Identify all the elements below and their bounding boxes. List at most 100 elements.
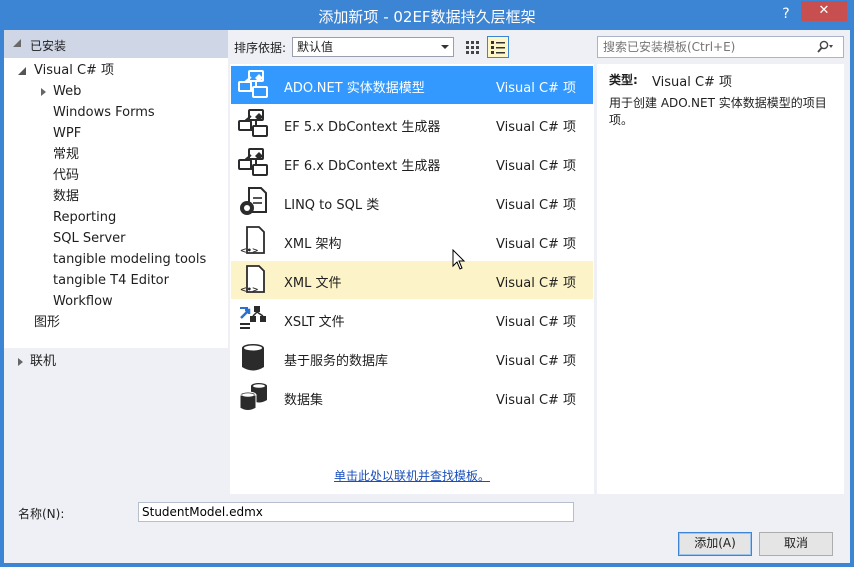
tree-item-label: Reporting xyxy=(53,210,117,225)
template-row[interactable]: EF 6.x DbContext 生成器 Visual C# 项 xyxy=(231,144,593,182)
template-type: Visual C# 项 xyxy=(496,81,577,96)
template-type: Visual C# 项 xyxy=(496,159,577,174)
template-name: LINQ to SQL 类 xyxy=(284,198,380,213)
sort-label: 排序依据: xyxy=(234,41,287,55)
chevron-down-icon xyxy=(441,45,449,49)
template-row[interactable]: EF 5.x DbContext 生成器 Visual C# 项 xyxy=(231,105,593,143)
dbcontext-generator-icon xyxy=(237,148,271,178)
template-type: Visual C# 项 xyxy=(496,237,577,252)
template-type: Visual C# 项 xyxy=(496,315,577,330)
add-button[interactable]: 添加(A) xyxy=(678,532,752,556)
template-type: Visual C# 项 xyxy=(496,354,577,369)
tree-item[interactable]: 常规 xyxy=(4,145,228,165)
tree-item-label: Visual C# 项 xyxy=(34,63,115,78)
tree-item[interactable]: SQL Server xyxy=(4,229,228,249)
type-label: 类型: xyxy=(609,73,638,87)
xml-schema-icon: <•> xyxy=(237,226,271,256)
tree-item[interactable]: Visual C# 项 xyxy=(4,61,228,81)
tree-item[interactable]: tangible modeling tools xyxy=(4,250,228,270)
search-icon[interactable] xyxy=(816,40,833,54)
window-title: 添加新项 - 02EF数据持久层框架 xyxy=(318,8,536,26)
mouse-cursor-icon xyxy=(452,248,466,271)
template-name: XML 架构 xyxy=(284,237,342,252)
template-type: Visual C# 项 xyxy=(496,120,577,135)
installed-label: 已安装 xyxy=(30,39,67,53)
tree-item[interactable]: Workflow xyxy=(4,292,228,312)
grid-view-icon[interactable] xyxy=(463,38,481,56)
svg-text:<•>: <•> xyxy=(240,246,259,255)
name-input[interactable] xyxy=(138,502,574,522)
list-view-icon[interactable] xyxy=(487,36,509,58)
tree-item[interactable]: Reporting xyxy=(4,208,228,228)
sort-toolbar: 排序依据: 默认值 xyxy=(230,36,594,58)
help-button[interactable]: ? xyxy=(776,4,796,24)
tree-item-label: SQL Server xyxy=(53,231,126,246)
category-tree: Visual C# 项 Web Windows Forms WPF 常规代码数据 Repo… xyxy=(4,58,228,348)
tree-item[interactable]: Web xyxy=(4,82,228,102)
search-input[interactable] xyxy=(598,37,808,57)
search-box[interactable] xyxy=(597,36,844,58)
collapse-arrow-icon xyxy=(13,39,21,47)
tree-item[interactable]: 图形 xyxy=(4,313,228,333)
template-type: Visual C# 项 xyxy=(496,276,577,291)
type-value: Visual C# 项 xyxy=(652,75,733,90)
tree-item-label: 代码 xyxy=(53,168,80,183)
template-name: ADO.NET 实体数据模型 xyxy=(284,81,425,96)
tree-item-label: Windows Forms xyxy=(53,105,155,120)
bottom-bar: 名称(N): 添加(A) 取消 xyxy=(4,498,850,563)
expanded-arrow-icon[interactable] xyxy=(18,67,26,75)
name-label: 名称(N): xyxy=(18,507,65,521)
add-new-item-dialog: 添加新项 - 02EF数据持久层框架 ? ✕ 已安装 Visual C# 项 We… xyxy=(0,0,854,567)
online-section: 联机 xyxy=(4,348,228,494)
template-list: 单击此处以联机并查找模板。 ADO.NET 实体数据模型 Visual C# 项E… xyxy=(230,64,594,494)
xslt-file-icon xyxy=(237,304,271,334)
tree-item[interactable]: Windows Forms xyxy=(4,103,228,123)
tree-item-label: 数据 xyxy=(53,189,80,204)
tree-item-label: WPF xyxy=(53,126,82,141)
template-name: 数据集 xyxy=(284,393,324,408)
tree-item-label: tangible modeling tools xyxy=(53,252,207,267)
tree-item[interactable]: 代码 xyxy=(4,166,228,186)
template-row[interactable]: LINQ to SQL 类 Visual C# 项 xyxy=(231,183,593,221)
tree-item[interactable]: WPF xyxy=(4,124,228,144)
template-description: 用于创建 ADO.NET 实体数据模型的项目项。 xyxy=(609,96,827,127)
sort-value: 默认值 xyxy=(297,40,334,54)
tree-item[interactable]: 数据 xyxy=(4,187,228,207)
template-row[interactable]: XSLT 文件 Visual C# 项 xyxy=(231,300,593,338)
tree-item-label: 图形 xyxy=(34,315,61,330)
tree-item-label: Workflow xyxy=(53,294,113,309)
template-row[interactable]: <•> XML 文件 Visual C# 项 xyxy=(231,261,593,299)
template-name: EF 6.x DbContext 生成器 xyxy=(284,159,441,174)
title-bar: 添加新项 - 02EF数据持久层框架 ? ✕ xyxy=(0,0,854,30)
linq-to-sql-icon xyxy=(237,187,271,217)
installed-header[interactable]: 已安装 xyxy=(4,30,228,58)
template-row[interactable]: ADO.NET 实体数据模型 Visual C# 项 xyxy=(231,66,593,104)
cancel-button[interactable]: 取消 xyxy=(759,532,833,556)
template-name: XML 文件 xyxy=(284,276,342,291)
dbcontext-generator-icon xyxy=(237,109,271,139)
template-type: Visual C# 项 xyxy=(496,198,577,213)
expand-arrow-icon xyxy=(18,358,23,366)
template-type: Visual C# 项 xyxy=(496,393,577,408)
online-search-link[interactable]: 单击此处以联机并查找模板。 xyxy=(334,467,490,484)
template-name: XSLT 文件 xyxy=(284,315,345,330)
template-row[interactable]: 基于服务的数据库 Visual C# 项 xyxy=(231,339,593,377)
tree-item-label: tangible T4 Editor xyxy=(53,273,169,288)
details-pane: 类型: Visual C# 项 用于创建 ADO.NET 实体数据模型的项目项。 xyxy=(597,64,844,494)
template-row[interactable]: <•> XML 架构 Visual C# 项 xyxy=(231,222,593,260)
online-label: 联机 xyxy=(30,354,57,369)
sort-dropdown[interactable]: 默认值 xyxy=(292,37,454,57)
category-pane: 已安装 Visual C# 项 Web Windows Forms WPF 常规代码数据… xyxy=(4,30,228,494)
close-button[interactable]: ✕ xyxy=(801,1,847,21)
expand-arrow-icon[interactable] xyxy=(41,88,46,96)
tree-item[interactable]: tangible T4 Editor xyxy=(4,271,228,291)
online-node[interactable]: 联机 xyxy=(4,352,228,372)
xml-file-icon: <•> xyxy=(237,265,271,295)
entity-model-icon xyxy=(237,70,271,100)
tree-item-label: 常规 xyxy=(53,147,80,162)
database-icon xyxy=(237,343,271,373)
tree-item-label: Web xyxy=(53,84,82,99)
dialog-body: 已安装 Visual C# 项 Web Windows Forms WPF 常规代码数据… xyxy=(4,30,850,563)
template-row[interactable]: 数据集 Visual C# 项 xyxy=(231,378,593,416)
svg-text:<•>: <•> xyxy=(240,285,259,294)
